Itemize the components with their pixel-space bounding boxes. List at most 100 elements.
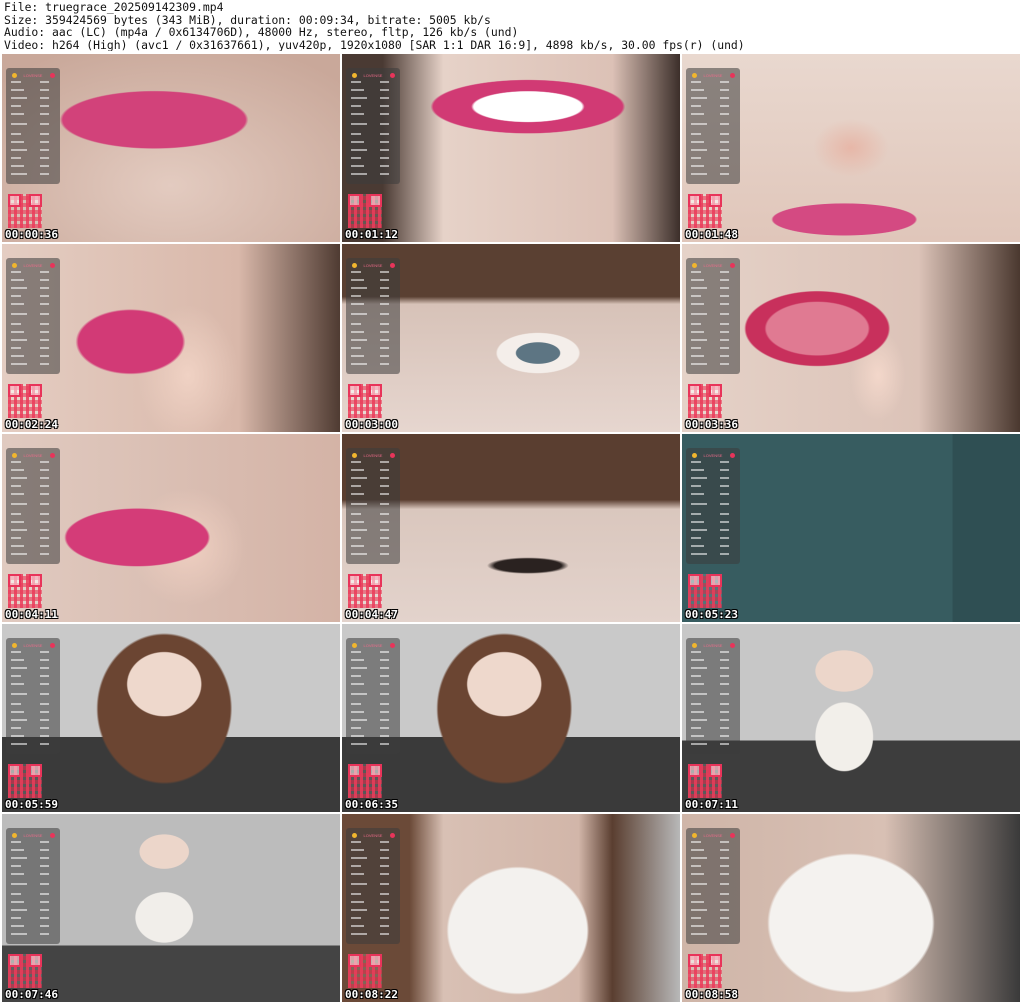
overlay-row-left — [691, 865, 701, 867]
heart-icon — [730, 73, 735, 78]
overlay-row-right — [40, 667, 49, 669]
overlay-row-left — [11, 331, 24, 333]
coin-icon — [352, 453, 357, 458]
overlay-row-left — [11, 849, 24, 851]
overlay-row-right — [720, 743, 729, 745]
overlay-row-left — [691, 97, 707, 99]
overlay-row-left — [351, 735, 364, 737]
overlay-row-left — [691, 133, 701, 135]
overlay-row-left — [11, 683, 24, 685]
file-info-header: File: truegrace_202509142309.mp4 Size: 3… — [0, 0, 1024, 52]
overlay-row-left — [691, 165, 704, 167]
overlay-row-left — [351, 287, 367, 289]
overlay-row-right — [720, 279, 729, 281]
thumbnail-timestamp: 00:07:11 — [685, 798, 738, 811]
overlay-row-left — [691, 105, 701, 107]
overlay-row-left — [11, 123, 27, 125]
overlay-row-left — [11, 917, 21, 919]
overlay-row-right — [380, 303, 389, 305]
overlay-row-left — [11, 933, 27, 935]
coin-icon — [12, 453, 17, 458]
overlay-row-left — [11, 901, 24, 903]
file-name-line: File: truegrace_202509142309.mp4 — [4, 1, 224, 14]
overlay-row-left — [351, 659, 364, 661]
overlay-row-right — [40, 651, 49, 653]
overlay-row-left — [351, 553, 367, 555]
tip-menu-overlay: LOVENSE — [686, 638, 740, 754]
overlay-row-left — [11, 857, 27, 859]
overlay-row-left — [691, 287, 707, 289]
overlay-row-right — [40, 461, 49, 463]
overlay-row-left — [11, 347, 21, 349]
overlay-row-right — [720, 149, 729, 151]
overlay-row-left — [691, 909, 707, 911]
coin-icon — [692, 833, 697, 838]
overlay-row-right — [720, 113, 729, 115]
overlay-row-left — [11, 355, 24, 357]
overlay-row-right — [380, 711, 389, 713]
overlay-row-right — [380, 347, 389, 349]
overlay-row-right — [40, 909, 49, 911]
overlay-row-left — [691, 683, 704, 685]
overlay-row-left — [351, 123, 367, 125]
overlay-row-right — [380, 461, 389, 463]
overlay-row-right — [720, 719, 729, 721]
overlay-row-right — [380, 363, 389, 365]
overlay-row-left — [351, 917, 361, 919]
thumbnail-timestamp: 00:00:36 — [5, 228, 58, 241]
overlay-row-right — [40, 933, 49, 935]
qr-code-icon — [348, 574, 382, 608]
qr-code-icon — [8, 384, 42, 418]
thumbnail-timestamp: 00:05:23 — [685, 608, 738, 621]
overlay-row-right — [380, 339, 389, 341]
qr-code-icon — [348, 954, 382, 988]
overlay-row-left — [691, 113, 704, 115]
overlay-row-left — [691, 857, 707, 859]
overlay-row-right — [720, 173, 729, 175]
overlay-row-right — [380, 493, 389, 495]
overlay-row-left — [691, 901, 704, 903]
overlay-row-left — [11, 521, 24, 523]
overlay-row-right — [380, 857, 389, 859]
overlay-row-right — [40, 323, 49, 325]
video-thumbnail: LOVENSE 00:03:36 — [682, 244, 1020, 432]
overlay-row-left — [11, 271, 21, 273]
overlay-row-right — [40, 123, 49, 125]
overlay-row-left — [11, 157, 21, 159]
overlay-row-right — [380, 693, 389, 695]
overlay-row-right — [40, 355, 49, 357]
overlay-row-left — [351, 279, 364, 281]
overlay-row-left — [691, 173, 707, 175]
overlay-row-left — [11, 89, 24, 91]
overlay-row-left — [11, 313, 27, 315]
overlay-row-right — [380, 123, 389, 125]
overlay-row-left — [11, 363, 27, 365]
overlay-row-left — [11, 165, 24, 167]
overlay-row-right — [40, 659, 49, 661]
overlay-row-left — [351, 873, 364, 875]
overlay-row-right — [380, 355, 389, 357]
overlay-row-right — [720, 485, 729, 487]
overlay-row-left — [351, 703, 361, 705]
overlay-row-right — [380, 901, 389, 903]
tip-menu-overlay: LOVENSE — [6, 68, 60, 184]
overlay-row-left — [351, 355, 364, 357]
overlay-row-left — [691, 81, 701, 83]
overlay-row-right — [40, 97, 49, 99]
overlay-row-right — [40, 893, 49, 895]
overlay-row-right — [380, 703, 389, 705]
overlay-row-left — [691, 545, 704, 547]
overlay-row-right — [720, 849, 729, 851]
overlay-row-left — [351, 469, 364, 471]
overlay-row-right — [720, 925, 729, 927]
overlay-row-right — [380, 521, 389, 523]
overlay-row-right — [40, 521, 49, 523]
qr-code-icon — [688, 384, 722, 418]
overlay-row-left — [11, 133, 21, 135]
overlay-row-left — [691, 841, 701, 843]
thumbnail-timestamp: 00:06:35 — [345, 798, 398, 811]
overlay-row-right — [40, 295, 49, 297]
overlay-row-right — [720, 883, 729, 885]
overlay-row-right — [720, 659, 729, 661]
overlay-row-left — [351, 545, 364, 547]
